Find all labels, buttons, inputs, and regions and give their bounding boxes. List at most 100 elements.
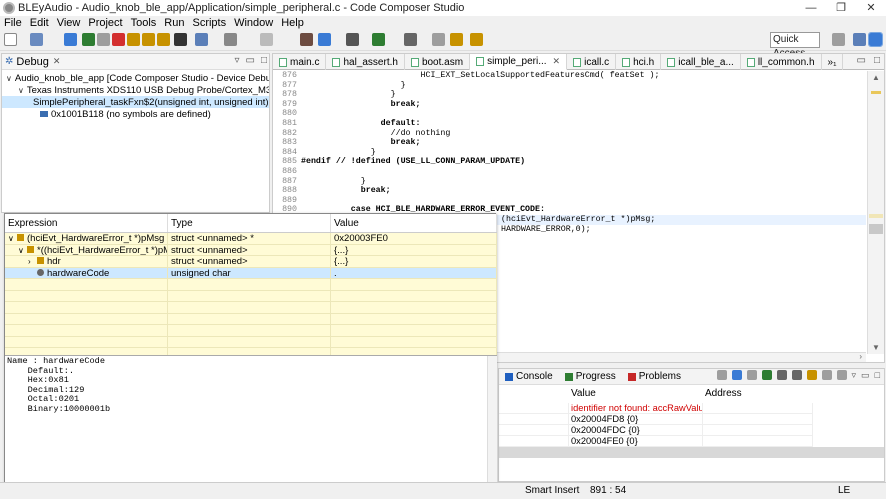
pin-icon[interactable] — [470, 33, 483, 46]
selected-empty-row[interactable] — [499, 447, 884, 458]
external-tools-icon[interactable] — [300, 33, 313, 46]
ccs-debug-perspective-icon[interactable] — [868, 32, 883, 47]
menu-window[interactable]: Window — [230, 16, 277, 30]
refresh-icon[interactable] — [806, 370, 817, 380]
menu-scripts[interactable]: Scripts — [188, 16, 230, 30]
editor-tab[interactable]: icall_ble_a... — [661, 54, 741, 70]
debug-icon[interactable] — [64, 33, 77, 46]
detail-scrollbar[interactable] — [487, 356, 497, 497]
expression-column-header[interactable]: Expression — [5, 214, 168, 232]
debug-view-close[interactable]: ✕ — [53, 56, 61, 67]
expression-row[interactable]: hardwareCode unsigned char. — [5, 267, 497, 279]
expression-detail-pane[interactable]: Name : hardwareCode Default:. Hex:0x81 D… — [5, 355, 497, 497]
run-icon[interactable] — [318, 33, 331, 46]
quick-access-field[interactable]: Quick Access — [770, 32, 820, 59]
empty-expression-row[interactable] — [5, 279, 497, 291]
empty-expression-row[interactable] — [5, 336, 497, 348]
remove-icon[interactable] — [776, 370, 787, 380]
debug-tree-item[interactable]: 0x1001B118 (no symbols are defined) — [2, 108, 269, 120]
expression-value[interactable]: 0x20003FE0 — [331, 233, 497, 244]
expression-row[interactable]: ∨ *((hciEvt_HardwareError_t *)pMsg)struct… — [5, 244, 497, 256]
scroll-right-icon[interactable]: › — [859, 352, 862, 361]
settings-icon[interactable] — [346, 33, 359, 46]
new-icon[interactable] — [4, 33, 17, 46]
bottom-tab[interactable]: Problems — [622, 371, 687, 382]
window-icon[interactable] — [432, 33, 445, 46]
bottom-table-row[interactable]: identifier not found: accRawValues — [499, 403, 884, 414]
bottom-tab[interactable]: Console — [499, 371, 559, 382]
expand-chevron-icon[interactable]: ∨ — [6, 74, 12, 83]
debug-tree-item[interactable]: ∨ Texas Instruments XDS110 USB Debug Prob… — [2, 84, 269, 96]
editor-minimize-icon[interactable]: ▭ — [857, 55, 866, 66]
minimize-button[interactable]: — — [796, 0, 826, 16]
remove-all-icon[interactable] — [791, 370, 802, 380]
editor-tab[interactable]: hci.h — [616, 54, 662, 70]
expand-chevron-icon[interactable]: ∨ — [18, 86, 24, 95]
empty-expression-row[interactable] — [5, 313, 497, 325]
expression-row[interactable]: ∨ (hciEvt_HardwareError_t *)pMsg struct <u… — [5, 233, 497, 245]
view-menu-icon[interactable]: ▿ — [852, 370, 857, 381]
save-icon[interactable] — [30, 33, 43, 46]
maximize-button[interactable]: ❐ — [826, 0, 856, 16]
empty-expression-row[interactable] — [5, 302, 497, 314]
expression-value[interactable]: {...} — [331, 244, 497, 255]
editor-tab[interactable]: ll_common.h — [741, 54, 822, 70]
bottom-table-row[interactable]: 0x20004FE0 {0} — [499, 436, 884, 447]
step-assembly-icon[interactable] — [260, 33, 273, 46]
editor-maximize-icon[interactable]: □ — [874, 55, 880, 66]
search-icon[interactable] — [450, 33, 463, 46]
resume-icon[interactable] — [82, 33, 95, 46]
minimize-view-icon[interactable]: ▭ — [246, 55, 255, 66]
value-column-header[interactable]: Value — [331, 214, 497, 232]
menu-view[interactable]: View — [53, 16, 85, 30]
maximize-view-icon[interactable]: □ — [875, 370, 880, 381]
terminate-icon[interactable] — [112, 33, 125, 46]
empty-expression-row[interactable] — [5, 325, 497, 337]
menu-file[interactable]: File — [0, 16, 26, 30]
tab-action-icon[interactable] — [746, 370, 757, 380]
menu-help[interactable]: Help — [277, 16, 308, 30]
add-expression-icon[interactable] — [761, 370, 772, 380]
debug-tree-item[interactable]: ∨ Audio_knob_ble_app [Code Composer Studi… — [2, 72, 269, 84]
scroll-down-icon[interactable]: ▼ — [872, 343, 880, 352]
debug-view-title[interactable]: Debug — [16, 56, 48, 68]
suspend-icon[interactable] — [97, 33, 110, 46]
editor-tab[interactable]: main.c — [273, 54, 327, 70]
debug-tree-item[interactable]: SimplePeripheral_taskFxn$2(unsigned int,… — [2, 96, 269, 108]
new-view-icon[interactable] — [836, 370, 847, 380]
maximize-view-icon[interactable]: □ — [261, 55, 267, 66]
step-return-icon[interactable] — [157, 33, 170, 46]
bottom-table-row[interactable]: 0x20004FD8 {0} — [499, 414, 884, 425]
expression-row[interactable]: › hdr struct <unnamed> {...} — [5, 256, 497, 268]
minimize-view-icon[interactable]: ▭ — [861, 370, 870, 381]
wrench-icon[interactable] — [404, 33, 417, 46]
view-menu-icon[interactable]: ▿ — [234, 55, 239, 66]
expand-chevron-icon[interactable]: ∨ — [18, 245, 27, 256]
pin-view-icon[interactable] — [821, 370, 832, 380]
step-over-icon[interactable] — [142, 33, 155, 46]
close-tab-icon[interactable]: ✕ — [553, 56, 561, 67]
tab-action-icon[interactable] — [716, 370, 727, 380]
open-perspective-icon[interactable] — [832, 33, 845, 46]
restart-icon[interactable] — [195, 33, 208, 46]
menu-run[interactable]: Run — [160, 16, 188, 30]
registers-icon[interactable] — [174, 33, 187, 46]
expand-chevron-icon[interactable]: ∨ — [8, 233, 17, 244]
value-column-header[interactable]: Value — [569, 385, 703, 403]
scroll-thumb[interactable] — [869, 224, 883, 234]
editor-tab[interactable]: icall.c — [567, 54, 617, 70]
editor-tab[interactable]: boot.asm — [405, 54, 471, 70]
bottom-tab[interactable]: Progress — [559, 371, 622, 382]
forward-icon[interactable] — [372, 33, 385, 46]
menu-tools[interactable]: Tools — [127, 16, 161, 30]
step-into-icon[interactable] — [127, 33, 140, 46]
scroll-up-icon[interactable]: ▲ — [872, 73, 880, 82]
editor-tab[interactable]: hal_assert.h — [326, 54, 405, 70]
type-column-header[interactable]: Type — [168, 214, 331, 232]
ccs-edit-perspective-icon[interactable] — [853, 33, 866, 46]
expand-chevron-icon[interactable]: › — [28, 256, 37, 267]
address-column-header[interactable]: Address — [703, 385, 813, 403]
bottom-table-row[interactable]: 0x20004FDC {0} — [499, 425, 884, 436]
build-icon[interactable] — [224, 33, 237, 46]
menu-project[interactable]: Project — [84, 16, 126, 30]
